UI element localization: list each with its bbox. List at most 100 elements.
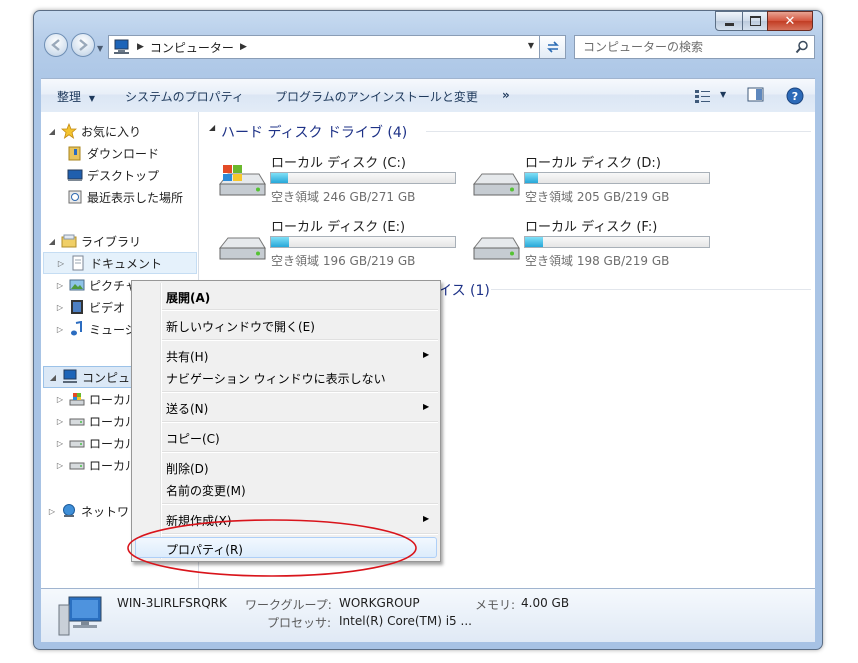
menu-item-expand[interactable]: 展開(A) [166,289,210,306]
drive-item-d[interactable]: ローカル ディスク (D:) 空き領域 205 GB/219 GB [471,152,711,208]
help-button[interactable]: ? [786,87,804,108]
computer-icon [63,369,77,383]
drive-free-space: 空き領域 198 GB/219 GB [525,254,670,268]
menu-item-rename[interactable]: 名前の変更(M) [166,482,246,499]
expand-arrow-icon[interactable]: ◢ [47,237,57,246]
menu-separator [162,309,438,311]
nav-label: ピクチャ [89,278,137,293]
group-divider [426,131,811,132]
search-box[interactable] [574,35,815,59]
collapse-arrow-icon[interactable]: ▷ [55,395,65,404]
workgroup-value: WORKGROUP [339,596,420,610]
nav-item-recent-places[interactable]: 最近表示した場所 [47,186,197,208]
menu-separator [162,339,438,341]
preview-pane-button[interactable] [747,87,765,106]
hard-drive-icon [69,440,85,448]
hard-drive-icon [69,418,85,426]
nav-label: 最近表示した場所 [87,190,184,205]
expand-arrow-icon[interactable]: ◢ [47,127,57,136]
minimize-icon [724,22,734,26]
breadcrumb-separator-icon[interactable]: ▶ [240,42,247,52]
menu-item-hide-from-nav[interactable]: ナビゲーション ウィンドウに表示しない [166,370,386,387]
svg-text:?: ? [792,90,798,103]
processor-label: プロセッサ: [267,616,332,630]
nav-item-downloads[interactable]: ダウンロード [47,142,197,164]
drive-usage-bar [270,172,456,184]
videos-icon [71,300,83,314]
drive-item-c[interactable]: ローカル ディスク (C:) 空き領域 246 GB/271 GB [217,152,457,208]
highlight-ellipse [127,519,417,577]
change-view-button[interactable]: ▼ [694,87,728,105]
collapse-arrow-icon[interactable]: ▷ [55,461,65,470]
menu-separator [162,451,438,453]
drive-item-e[interactable]: ローカル ディスク (E:) 空き領域 196 GB/219 GB [217,216,457,272]
organize-label: 整理 [57,90,82,104]
collapse-arrow-icon[interactable]: ▷ [47,507,57,516]
search-input[interactable] [579,38,797,56]
more-commands-button[interactable]: » [502,88,510,104]
downloads-folder-icon [68,146,81,161]
menu-item-delete[interactable]: 削除(D) [166,460,209,477]
hard-drive-icon [472,173,520,196]
collapse-arrow-icon[interactable]: ▷ [55,439,65,448]
chevron-down-icon: ▼ [88,94,95,103]
menu-item-copy[interactable]: コピー(C) [166,430,220,447]
drive-usage-bar [524,172,710,184]
computer-icon [58,596,102,636]
collapse-arrow-icon[interactable]: ▷ [55,281,65,290]
drive-usage-fill [525,173,538,183]
menu-item-open-new-window[interactable]: 新しいウィンドウで開く(E) [166,318,315,335]
breadcrumb-computer[interactable]: コンピューター [150,39,234,56]
forward-button[interactable] [71,33,95,57]
nav-label: ローカル [89,414,138,429]
removable-group-header[interactable]: イス (1) [438,280,490,300]
computer-icon [114,39,129,54]
network-icon [63,504,75,517]
nav-item-desktop[interactable]: デスクトップ [47,164,197,186]
nav-label: ドキュメント [90,256,163,271]
group-collapse-arrow-icon[interactable]: ◢ [209,123,215,132]
collapse-arrow-icon[interactable]: ▷ [55,325,65,334]
submenu-arrow-icon: ▶ [423,402,430,411]
system-properties-button[interactable]: システムのプロパティ [125,88,244,104]
collapse-arrow-icon[interactable]: ▷ [55,417,65,426]
forward-arrow-icon [79,39,88,51]
menu-item-send-to[interactable]: 送る(N) [166,400,208,417]
collapse-arrow-icon[interactable]: ▷ [56,259,66,268]
nav-item-documents[interactable]: ▷ ドキュメント [43,252,197,274]
minimize-button[interactable] [715,11,743,31]
organize-button[interactable]: 整理 ▼ [57,88,95,104]
drive-usage-fill [525,237,543,247]
close-button[interactable]: ✕ [767,11,813,31]
address-dropdown-icon[interactable]: ▼ [528,41,534,50]
refresh-button[interactable] [540,35,566,59]
nav-item-favorites[interactable]: ◢ お気に入り [47,120,197,142]
search-icon[interactable] [795,40,809,54]
help-icon: ? [786,87,804,105]
close-icon: ✕ [784,13,796,29]
libraries-icon [61,234,77,248]
nav-label: ローカル [89,458,138,473]
nav-label: お気に入り [81,124,142,139]
back-button[interactable] [44,33,68,57]
drive-usage-bar [270,236,456,248]
drive-item-f[interactable]: ローカル ディスク (F:) 空き領域 198 GB/219 GB [471,216,711,272]
breadcrumb-separator-icon[interactable]: ▶ [137,42,144,52]
drive-free-space: 空き領域 246 GB/271 GB [271,190,416,204]
expand-arrow-icon[interactable]: ◢ [48,373,58,382]
recent-places-icon [68,190,82,204]
maximize-button[interactable] [742,11,768,31]
address-bar[interactable]: ▶ コンピューター ▶ ▼ [108,35,540,59]
pictures-icon [69,279,85,291]
workgroup-label: ワークグループ: [245,598,332,612]
menu-item-share[interactable]: 共有(H) [166,348,208,365]
history-dropdown-icon[interactable]: ▼ [97,44,103,53]
nav-item-libraries[interactable]: ◢ ライブラリ [47,230,197,252]
refresh-icon [546,41,559,53]
star-icon [61,123,77,139]
collapse-arrow-icon[interactable]: ▷ [55,303,65,312]
documents-icon [72,255,84,271]
hdd-group-header[interactable]: ハード ディスク ドライブ (4) [221,122,407,142]
uninstall-program-button[interactable]: プログラムのアンインストールと変更 [275,88,478,104]
hard-drive-icon [218,237,266,260]
